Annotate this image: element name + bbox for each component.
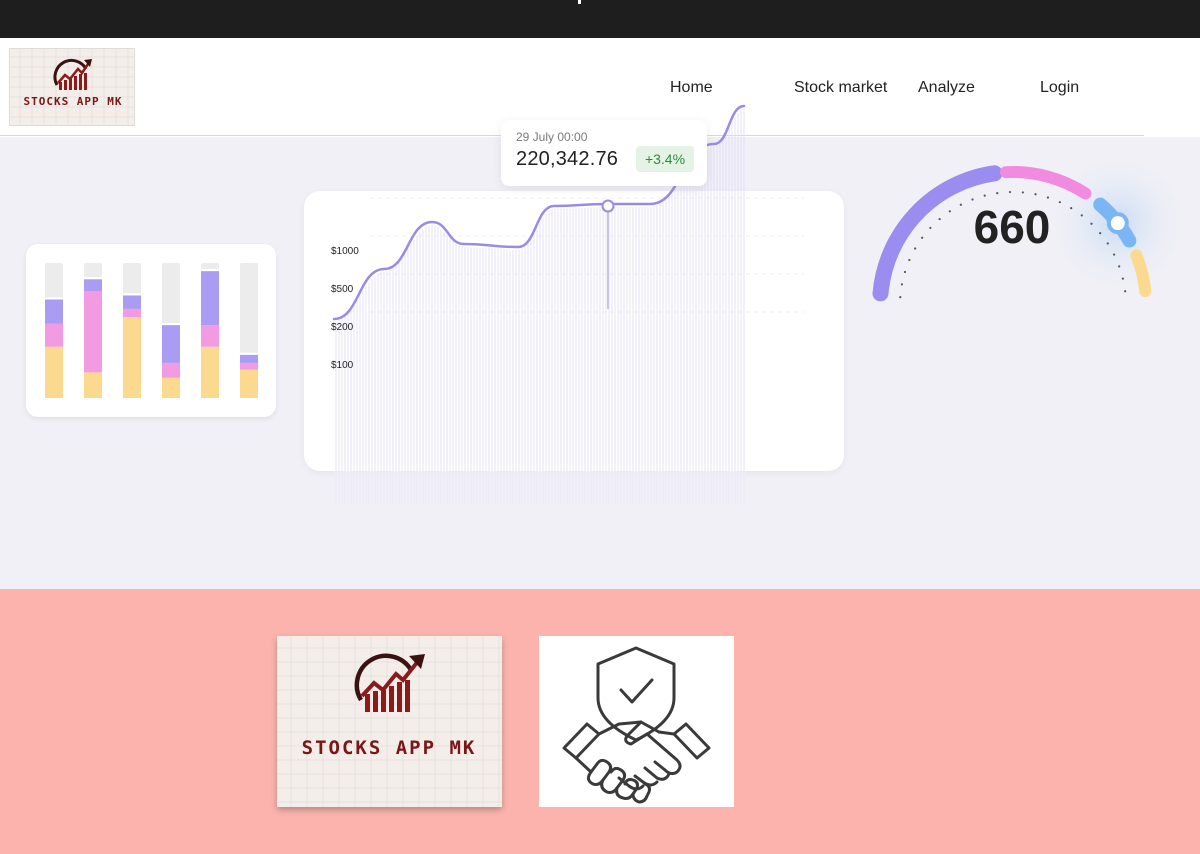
gauge-tick xyxy=(948,210,951,213)
bar-segment-yellow xyxy=(162,377,180,398)
stacked-bar xyxy=(123,263,141,398)
bar-segment-yellow xyxy=(240,369,258,398)
stocks-app-logo-large[interactable]: STOCKS APP MK xyxy=(277,636,502,807)
bar-segment-pink xyxy=(240,362,258,370)
y-tick-label: $200 xyxy=(331,322,354,333)
gauge-tick xyxy=(996,191,999,195)
nav-logo[interactable]: STOCKS APP MK xyxy=(9,48,135,126)
gauge-tick xyxy=(983,194,986,197)
bar-segment-pink xyxy=(45,323,63,347)
bar-segment-pink xyxy=(162,362,180,378)
trust-card xyxy=(539,636,734,807)
y-tick-label: $100 xyxy=(331,360,354,371)
gauge-tick xyxy=(1121,277,1124,280)
bar-segment-purple xyxy=(240,354,258,363)
gauge-tick xyxy=(900,283,903,286)
bar-segment-pink xyxy=(84,291,102,373)
handshake-shield-icon xyxy=(562,646,711,804)
bar-segment-pink xyxy=(201,325,219,347)
stacked-bar xyxy=(45,263,63,398)
gauge-tick xyxy=(1070,207,1073,210)
bar-cap xyxy=(84,277,102,280)
y-tick-label: $500 xyxy=(331,284,354,295)
gauge-tick xyxy=(1118,265,1121,268)
bar-cap xyxy=(123,293,141,296)
bar-segment-purple xyxy=(84,279,102,292)
line-chart xyxy=(332,104,804,504)
tooltip-value: 220,342.76 xyxy=(516,148,619,170)
stacked-bar xyxy=(240,263,258,398)
gauge-tick xyxy=(1124,290,1127,293)
gauge-tick xyxy=(1034,193,1037,196)
top-bar-mark xyxy=(578,0,581,4)
bar-cap xyxy=(240,352,258,355)
gauge-indicator xyxy=(1106,212,1129,235)
bar-cap xyxy=(201,269,219,272)
logo-text: STOCKS APP MK xyxy=(23,95,122,108)
gauge-tick xyxy=(1113,253,1116,256)
bar-widget-chart xyxy=(45,263,258,398)
gauge-tick xyxy=(903,270,907,274)
bar-segment-yellow xyxy=(201,346,219,398)
bar-segment-purple xyxy=(162,325,180,363)
stacked-bar xyxy=(162,263,180,398)
bar-segment-purple xyxy=(201,271,219,326)
bar-segment-yellow xyxy=(84,372,102,398)
gauge-value: 660 xyxy=(973,201,1051,253)
logo-text: STOCKS APP MK xyxy=(302,737,477,759)
bar-segment-purple xyxy=(45,299,63,324)
stocks-app-logo-icon: STOCKS APP MK xyxy=(10,49,134,125)
tooltip-date: 29 July 00:00 xyxy=(516,130,588,144)
stacked-bar xyxy=(201,263,219,398)
gauge-tick xyxy=(1021,191,1024,194)
bar-cap xyxy=(45,297,63,300)
top-bar xyxy=(0,0,1200,38)
bar-segment-pink xyxy=(123,308,141,317)
gauge-tick xyxy=(908,258,911,262)
bar-widget-card xyxy=(26,244,276,417)
stocks-app-logo-icon: STOCKS APP MK xyxy=(277,636,502,807)
tooltip-change-badge: +3.4% xyxy=(636,146,694,172)
y-tick-label: $1000 xyxy=(331,246,359,257)
gauge-tick xyxy=(1080,214,1083,217)
gauge-tick xyxy=(1008,190,1012,194)
gauge-tick xyxy=(929,226,932,230)
bottom-section: STOCKS APP MK xyxy=(0,589,1200,854)
gauge-tick xyxy=(1099,232,1102,235)
gauge-tick xyxy=(921,236,924,239)
chart-tooltip: 29 July 00:00 220,342.76 +3.4% xyxy=(501,120,707,186)
hover-point[interactable] xyxy=(601,199,615,213)
gauge-tick xyxy=(938,217,941,221)
stacked-bar xyxy=(84,263,102,398)
gauge-tick xyxy=(1046,196,1050,199)
bar-segment-yellow xyxy=(123,317,141,398)
area-fade xyxy=(334,471,746,504)
gauge-tick xyxy=(1106,242,1109,245)
gauge-tick xyxy=(899,296,902,299)
bar-segment-purple xyxy=(123,295,141,309)
gauge-tick xyxy=(1090,222,1093,225)
bar-segment-yellow xyxy=(45,346,63,398)
bar-cap xyxy=(162,323,180,326)
gauge-tick xyxy=(914,247,917,250)
score-gauge xyxy=(872,151,1190,302)
